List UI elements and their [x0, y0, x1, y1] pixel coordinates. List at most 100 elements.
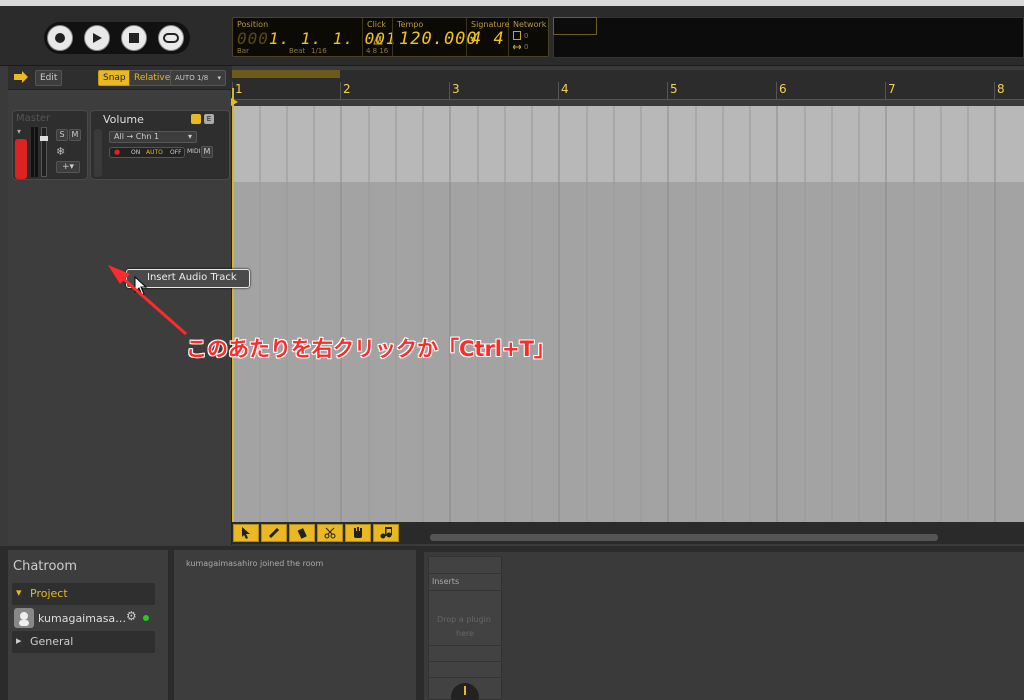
click-sub: 4 8 16	[366, 47, 389, 55]
off-label: OFF	[170, 149, 182, 156]
playhead-marker-icon[interactable]	[231, 98, 239, 106]
transport-controls	[44, 22, 190, 54]
division-label: 1/16	[311, 47, 327, 55]
overview-selection[interactable]	[553, 17, 597, 35]
on-label: ON	[131, 149, 141, 156]
document-icon	[513, 31, 521, 40]
position-section[interactable]: Position 0001. 1. 1. 001 Bar Beat 1/16	[233, 18, 396, 56]
automation-switch[interactable]: ● ON AUTO OFF	[109, 147, 185, 158]
overview-panel[interactable]	[553, 17, 1024, 58]
automation-led: ●	[114, 148, 121, 156]
edit-button[interactable]: Edit	[35, 70, 63, 86]
bar-number: 3	[452, 82, 460, 96]
quantize-select[interactable]: AUTO 1/8 ▾	[170, 70, 226, 86]
note-tool[interactable]	[373, 524, 399, 542]
mute-button[interactable]: M	[69, 129, 81, 141]
stop-button[interactable]	[121, 25, 147, 51]
online-status-icon	[143, 615, 149, 621]
chat-message: kumagaimasahiro joined the room	[186, 559, 324, 568]
snowflake-icon[interactable]: ❄	[56, 145, 65, 158]
master-label: Master	[16, 113, 51, 124]
record-button[interactable]	[47, 25, 73, 51]
loop-button[interactable]	[158, 25, 184, 51]
snap-button[interactable]: Snap	[98, 70, 131, 86]
solo-button[interactable]: S	[56, 129, 68, 141]
lcd-display: Position 0001. 1. 1. 001 Bar Beat 1/16 C…	[232, 17, 549, 57]
signature-section[interactable]: Signature 4 4	[467, 18, 510, 56]
user-avatar-icon	[19, 612, 29, 626]
tempo-label: Tempo	[397, 20, 424, 29]
click-section[interactable]: Click 4 8 16	[363, 18, 393, 56]
chat-log[interactable]: kumagaimasahiro joined the room	[174, 550, 416, 700]
eraser-icon	[297, 528, 307, 539]
relative-button[interactable]: Relative	[129, 70, 176, 86]
meter-left	[31, 127, 34, 177]
routing-select[interactable]: All → Chn 1 ▾	[109, 131, 197, 143]
bar-label: Bar	[237, 47, 249, 55]
horizontal-scrollbar[interactable]	[430, 534, 938, 541]
bar-number: 4	[561, 82, 569, 96]
scissors-tool[interactable]	[317, 524, 343, 542]
meter-right	[35, 127, 38, 177]
user-name: kumagaimasa…	[38, 612, 127, 625]
gear-icon[interactable]: ⚙	[126, 609, 137, 623]
bar-number: 7	[888, 82, 896, 96]
click-label: Click	[367, 20, 387, 29]
play-button[interactable]	[84, 25, 110, 51]
loop-icon	[163, 33, 179, 43]
metronome-icon	[373, 33, 383, 45]
chevron-down-icon: ▾	[217, 74, 221, 82]
bar-number: 6	[779, 82, 787, 96]
project-label: Project	[30, 587, 68, 600]
drag-handle[interactable]	[94, 129, 102, 177]
add-insert-button[interactable]: +▾	[56, 161, 80, 173]
music-note-icon	[380, 527, 392, 539]
knob[interactable]	[451, 683, 479, 700]
stop-icon	[129, 33, 139, 43]
inserts-panel	[424, 552, 1024, 700]
pencil-tool[interactable]	[261, 524, 287, 542]
general-section[interactable]: ▸ General	[12, 631, 155, 653]
network-a: 0	[524, 32, 529, 40]
chevron-down-icon: ▾	[16, 586, 22, 599]
collapse-icon[interactable]: ▾	[17, 127, 21, 136]
chatroom-title: Chatroom	[13, 559, 78, 574]
network-b: 0	[524, 43, 529, 51]
tempo-value: 120.000	[399, 29, 478, 49]
track-toolbar: Edit Snap Relative AUTO 1/8 ▾	[8, 66, 232, 90]
scissors-icon	[324, 527, 336, 539]
position-label: Position	[237, 20, 269, 29]
power-icon[interactable]	[191, 114, 201, 124]
midi-label[interactable]: MIDI	[187, 148, 200, 155]
playhead[interactable]	[232, 88, 234, 528]
volume-mute-button[interactable]: M	[201, 146, 213, 158]
master-fader[interactable]	[40, 127, 48, 177]
pointer-icon	[242, 527, 250, 539]
timeline-ruler[interactable]: 1 2 3 4 5 6 7 8	[232, 70, 1024, 100]
edit-e-button[interactable]: E	[204, 114, 214, 124]
beat-label: Beat	[289, 47, 306, 55]
inserts-slot[interactable]: Inserts Drop a plugin here	[428, 556, 502, 700]
volume-track: Volume E All → Chn 1 ▾ ● ON AUTO OFF MIDI…	[90, 110, 230, 180]
tempo-section[interactable]: Tempo 120.000	[393, 18, 477, 56]
annotation-arrow	[108, 265, 187, 336]
signature-label: Signature	[471, 20, 510, 29]
pointer-tool[interactable]	[233, 524, 259, 542]
loop-region[interactable]	[232, 70, 340, 78]
drop-hint-2: here	[456, 629, 475, 638]
bar-number: 2	[343, 82, 351, 96]
grid-lines	[259, 106, 996, 530]
project-section[interactable]: ▾ Project	[12, 583, 155, 605]
network-arrows-icon	[513, 44, 521, 50]
eraser-tool[interactable]	[289, 524, 315, 542]
network-section[interactable]: Network 0 0	[509, 18, 549, 56]
general-label: General	[30, 635, 74, 648]
master-color	[15, 139, 27, 179]
user-row[interactable]: kumagaimasa… ⚙	[12, 607, 155, 629]
avatar	[14, 608, 34, 628]
drop-hint: Drop a plugin	[437, 615, 491, 624]
record-icon	[55, 33, 65, 43]
signature-value: 4 4	[471, 29, 505, 49]
arrow-right-icon[interactable]	[14, 71, 32, 83]
hand-tool[interactable]	[345, 524, 371, 542]
